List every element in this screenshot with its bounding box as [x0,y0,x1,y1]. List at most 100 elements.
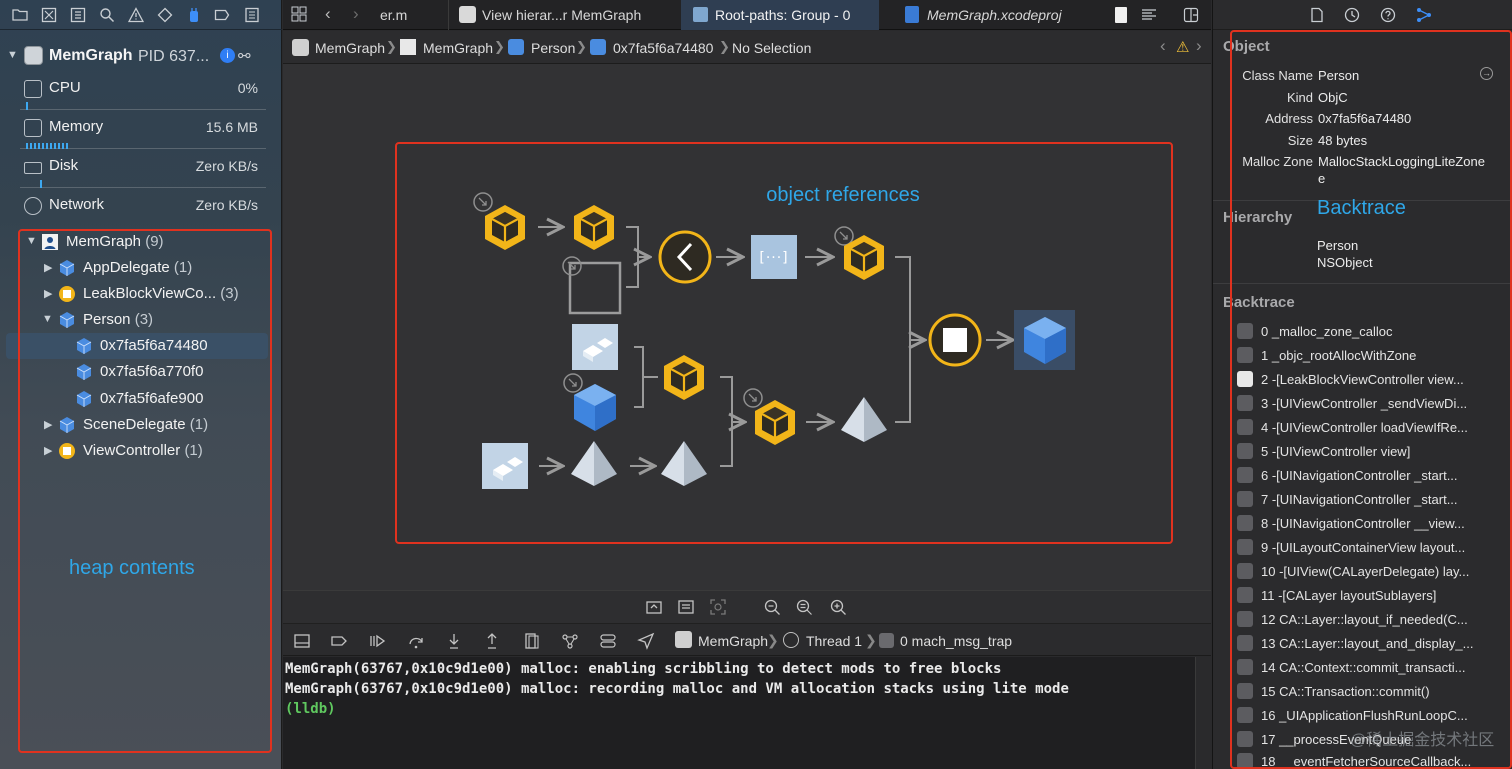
memory-graph-icon[interactable]: ⚯ [238,47,251,65]
tab-source-file[interactable]: er.m [375,0,441,30]
editor-options-icon[interactable] [1141,7,1157,23]
layout-graph-icon[interactable] [677,598,695,616]
memory-inspector-icon[interactable] [1416,7,1432,23]
breadcrumb-separator-icon: ❯ [386,39,397,54]
add-editor-icon[interactable] [1183,7,1199,23]
app-icon [675,631,692,648]
tab-bar: ‹ › er.m View hierar...r MemGraph Root-p… [283,0,1211,30]
breakpoints-toggle-icon[interactable] [330,632,348,650]
actual-size-icon[interactable] [795,598,813,616]
forward-chevron-icon[interactable]: › [353,4,359,24]
view-debugger-icon[interactable] [523,632,541,650]
process-name: MemGraph [49,47,133,64]
help-icon[interactable] [1380,7,1396,23]
fit-to-view-icon[interactable] [709,598,727,616]
step-into-icon[interactable] [445,632,463,650]
warning-icon[interactable] [128,7,144,23]
debug-thread[interactable]: Thread 1 [806,633,862,649]
breadcrumb-separator-icon: ❯ [865,632,877,648]
step-out-icon[interactable] [483,632,501,650]
folder-icon[interactable] [12,7,28,23]
simulate-location-icon[interactable] [637,632,655,650]
next-issue-chevron-icon[interactable]: › [1196,36,1202,56]
memory-graph-doc-icon [693,7,708,22]
gauge-disk[interactable]: Disk Zero KB/s [20,150,266,188]
disk-icon [24,162,42,174]
cpu-sparkline [26,102,28,110]
breadcrumb-separator-icon: ❯ [494,39,505,54]
tab-view-hierarchy[interactable]: View hierar...r MemGraph [448,0,648,30]
highlight-box-inspector [1230,30,1512,769]
jump-bar: MemGraph ❯ MemGraph ❯ Person ❯ 0x7fa5f6a… [283,31,1211,64]
highlight-box-heap [18,229,272,753]
navigator-toolbar [0,0,282,30]
zoom-out-icon[interactable] [763,598,781,616]
memory-graph-debugger-icon[interactable] [561,632,579,650]
environment-overrides-icon[interactable] [599,632,617,650]
back-chevron-icon[interactable]: ‹ [325,4,331,24]
gauge-value: Zero KB/s [195,197,258,213]
gauge-memory[interactable]: Memory 15.6 MB [20,111,266,149]
header-file-icon[interactable] [1115,7,1127,23]
annotation-heap-contents: heap contents [69,557,195,579]
tab-xcodeproj[interactable]: MemGraph.xcodeproj [893,0,1083,30]
gauge-value: Zero KB/s [195,158,258,174]
breadcrumb-separator-icon: ❯ [576,39,587,54]
memory-graph-canvas[interactable]: [···] object references [283,64,1211,590]
gauge-label: CPU [49,79,81,96]
hierarchy-icon[interactable] [70,7,86,23]
lldb-prompt[interactable]: (lldb) [285,699,1195,719]
app-icon [292,39,309,56]
gauge-value: 15.6 MB [205,119,258,135]
gauge-value: 0% [237,80,258,96]
source-control-icon[interactable] [41,7,57,23]
grid-icon[interactable] [291,6,307,22]
debug-console[interactable]: MemGraph(63767,0x10c9d1e00) malloc: enab… [283,657,1195,769]
previous-issue-chevron-icon[interactable]: ‹ [1160,36,1166,56]
memory-sparkline [26,143,68,149]
tab-root-paths[interactable]: Root-paths: Group - 0 [681,0,879,30]
chevron-down-icon[interactable]: ▼ [7,49,18,61]
debug-spray-icon[interactable] [186,7,202,23]
cpu-icon [24,80,42,98]
breadcrumb-separator-icon: ❯ [767,632,779,648]
gauge-cpu[interactable]: CPU 0% [20,72,266,110]
step-over-icon[interactable] [407,632,425,650]
highlight-box-graph [395,142,1173,544]
xcodeproj-icon [905,6,919,23]
breadcrumb-item[interactable]: MemGraph [315,40,385,56]
zoom-in-icon[interactable] [829,598,847,616]
memory-icon [24,119,42,137]
breakpoint-icon[interactable] [214,7,230,23]
info-icon[interactable]: i [220,48,235,63]
console-scrollbar[interactable] [1195,657,1211,769]
breadcrumb-item[interactable]: No Selection [732,40,811,56]
history-clock-icon[interactable] [1344,7,1360,23]
warning-icon[interactable]: ⚠ [1176,38,1189,56]
breadcrumb-item[interactable]: Person [531,40,575,56]
process-row[interactable]: ▼ MemGraph PID 637... i ⚯ [0,42,282,70]
report-icon[interactable] [244,7,260,23]
thread-icon [783,632,799,648]
debug-frame[interactable]: 0 mach_msg_trap [900,633,1012,649]
gauge-label: Disk [49,157,79,174]
inspector-toolbar [1213,0,1512,30]
test-diamond-icon[interactable] [157,7,173,23]
app-icon [24,46,43,65]
debug-process-name[interactable]: MemGraph [698,633,768,649]
cube-icon [508,39,524,55]
watermark: @稀土掘金技术社区 [1350,732,1495,749]
breadcrumb-item[interactable]: MemGraph [423,40,493,56]
breadcrumb-item[interactable]: 0x7fa5f6a74480 [613,40,713,56]
continue-icon[interactable] [368,632,386,650]
hide-debug-area-icon[interactable] [293,632,311,650]
process-pid: PID 637... [138,48,210,65]
gauge-network[interactable]: Network Zero KB/s [20,189,266,227]
export-graph-icon[interactable] [645,598,663,616]
person-icon [400,39,416,55]
gauge-label: Network [49,196,105,213]
file-inspector-icon[interactable] [1309,7,1325,23]
globe-icon [24,197,42,215]
graph-zoom-bar [283,590,1211,623]
search-icon[interactable] [99,7,115,23]
